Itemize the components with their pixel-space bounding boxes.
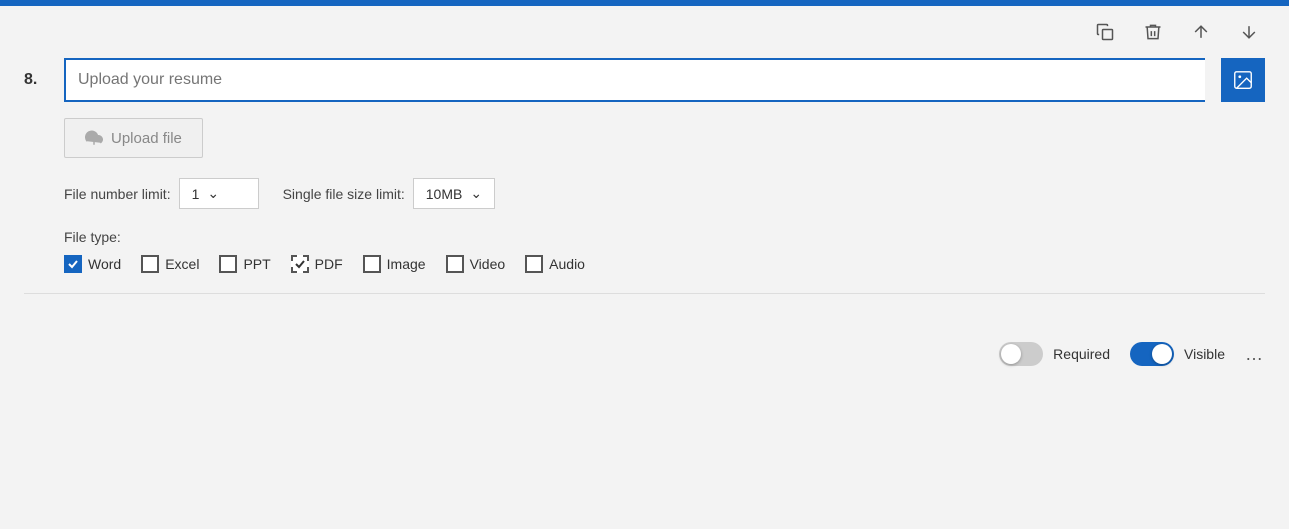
more-options-button[interactable]: … — [1245, 344, 1265, 365]
file-type-label-word: Word — [88, 256, 121, 272]
visible-toggle-group: Visible — [1130, 342, 1225, 366]
file-type-item[interactable]: Audio — [525, 255, 585, 273]
file-size-select[interactable]: 10MB ⌄ — [413, 178, 495, 209]
visible-label: Visible — [1184, 346, 1225, 362]
checkbox-excel[interactable] — [141, 255, 159, 273]
file-number-value: 1 — [192, 186, 200, 202]
image-icon-button[interactable] — [1221, 58, 1265, 102]
file-size-chevron-icon: ⌄ — [470, 185, 482, 202]
upload-icon — [85, 129, 103, 147]
file-type-section: File type: Word Excel PPT PDF Image Video Audi… — [64, 229, 1265, 273]
file-type-label-video: Video — [470, 256, 506, 272]
footer-bar: Required Visible … — [0, 330, 1289, 378]
file-size-limit-group: Single file size limit: 10MB ⌄ — [283, 178, 495, 209]
file-type-item[interactable]: Word — [64, 255, 121, 273]
copy-icon[interactable] — [1089, 16, 1121, 48]
file-number-limit-group: File number limit: 1 ⌄ — [64, 178, 259, 209]
visible-toggle[interactable] — [1130, 342, 1174, 366]
file-size-value: 10MB — [426, 186, 463, 202]
visible-toggle-thumb — [1152, 344, 1172, 364]
upload-section: Upload file — [64, 118, 1265, 158]
file-type-label-ppt: PPT — [243, 256, 270, 272]
file-type-item[interactable]: PPT — [219, 255, 270, 273]
file-type-options: Word Excel PPT PDF Image Video Audio — [64, 255, 1265, 273]
required-toggle-thumb — [1001, 344, 1021, 364]
file-type-label-pdf: PDF — [315, 256, 343, 272]
file-type-label: File type: — [64, 229, 1265, 245]
main-content: 8. Upload file File number limit: 1 ⌄ — [0, 58, 1289, 330]
delete-icon[interactable] — [1137, 16, 1169, 48]
file-type-item[interactable]: Image — [363, 255, 426, 273]
file-size-label: Single file size limit: — [283, 186, 405, 202]
required-toggle[interactable] — [999, 342, 1043, 366]
file-type-item[interactable]: Video — [446, 255, 506, 273]
file-number-label: File number limit: — [64, 186, 171, 202]
file-type-label-image: Image — [387, 256, 426, 272]
checkbox-word[interactable] — [64, 255, 82, 273]
checkbox-audio[interactable] — [525, 255, 543, 273]
question-input[interactable] — [64, 58, 1205, 102]
question-row: 8. — [24, 58, 1265, 102]
file-type-item[interactable]: PDF — [291, 255, 343, 273]
toolbar — [0, 6, 1289, 58]
upload-file-button[interactable]: Upload file — [64, 118, 203, 158]
file-type-label-audio: Audio — [549, 256, 585, 272]
upload-button-label: Upload file — [111, 130, 182, 147]
move-up-icon[interactable] — [1185, 16, 1217, 48]
file-number-select[interactable]: 1 ⌄ — [179, 178, 259, 209]
file-number-chevron-icon: ⌄ — [207, 185, 219, 202]
question-number: 8. — [24, 71, 48, 89]
move-down-icon[interactable] — [1233, 16, 1265, 48]
file-type-label-excel: Excel — [165, 256, 199, 272]
checkbox-ppt[interactable] — [219, 255, 237, 273]
required-label: Required — [1053, 346, 1110, 362]
divider — [24, 293, 1265, 294]
checkbox-image[interactable] — [363, 255, 381, 273]
required-toggle-group: Required — [999, 342, 1110, 366]
checkbox-video[interactable] — [446, 255, 464, 273]
file-limits: File number limit: 1 ⌄ Single file size … — [64, 178, 1265, 209]
checkbox-pdf[interactable] — [291, 255, 309, 273]
more-options-icon: … — [1245, 344, 1265, 364]
file-type-item[interactable]: Excel — [141, 255, 199, 273]
